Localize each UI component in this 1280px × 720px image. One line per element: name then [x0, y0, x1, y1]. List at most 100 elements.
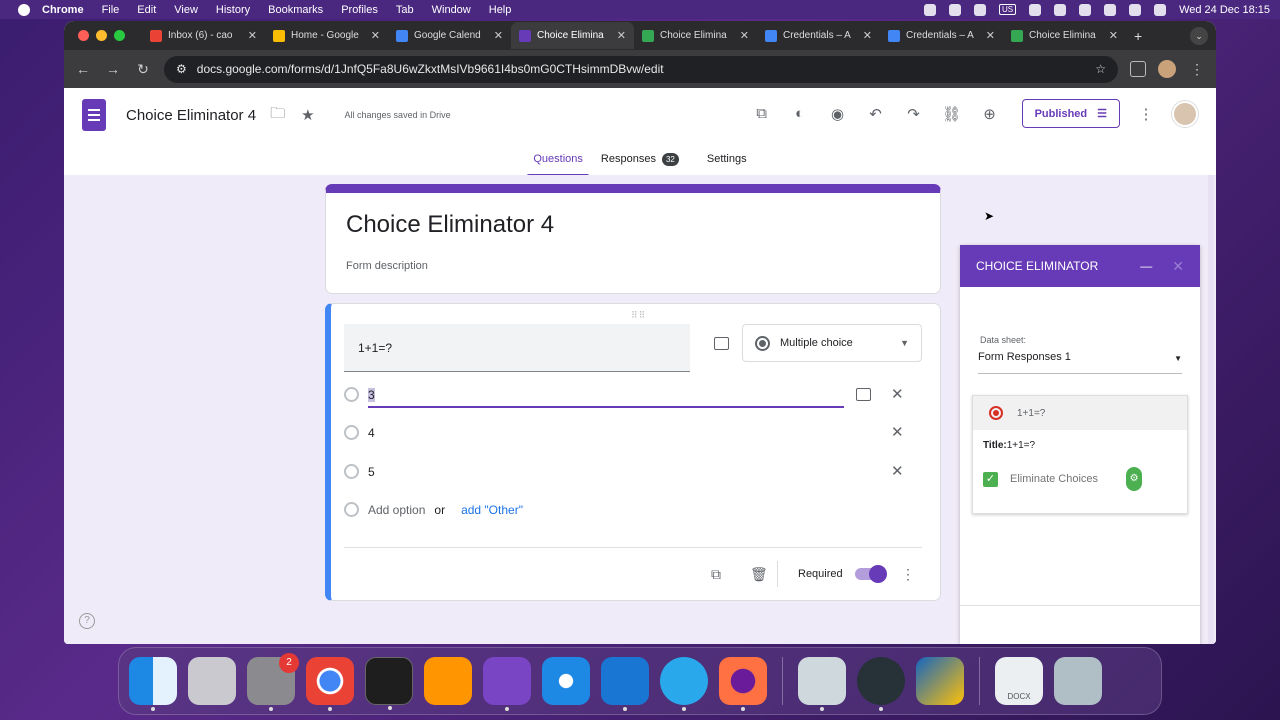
bolt-icon[interactable]	[973, 3, 986, 16]
menu-help[interactable]: Help	[489, 4, 512, 16]
github-desktop-app[interactable]	[483, 657, 531, 711]
redo-icon[interactable]: ↷	[902, 105, 926, 123]
extensions-icon[interactable]	[1130, 61, 1146, 77]
google-forms-logo[interactable]	[82, 99, 106, 131]
wifi-icon[interactable]	[1079, 3, 1092, 16]
obs-app[interactable]	[857, 657, 905, 711]
new-tab-icon[interactable]: +	[1134, 28, 1142, 44]
system-settings-app[interactable]: 2	[247, 653, 299, 711]
option-text[interactable]: 3	[368, 387, 375, 402]
finder-app[interactable]	[129, 657, 177, 711]
drag-handle-icon[interactable]: ⠿⠿	[631, 310, 646, 321]
menu-history[interactable]: History	[216, 4, 250, 16]
option-image-icon[interactable]	[856, 388, 871, 401]
minimize-icon[interactable]: —	[1140, 259, 1152, 273]
radio-checked-icon[interactable]	[989, 406, 1003, 420]
question-title-input[interactable]: 1+1=?	[344, 324, 690, 372]
battery-icon[interactable]	[1054, 3, 1067, 16]
add-option-link[interactable]: Add option	[368, 503, 425, 517]
chrome-app[interactable]	[306, 657, 354, 711]
browser-tab[interactable]: Google Calend ✕	[388, 22, 511, 49]
question-type-select[interactable]: Multiple choice ▼	[742, 324, 922, 362]
menu-app-name[interactable]: Chrome	[42, 4, 84, 16]
option-row[interactable]: 3	[344, 387, 375, 402]
preview-eye-icon[interactable]: ◉	[826, 105, 850, 123]
menubar-clock[interactable]: Wed 24 Dec 18:15	[1179, 4, 1270, 16]
bookmark-star-icon[interactable]: ☆	[1095, 62, 1106, 76]
preview-app[interactable]	[798, 657, 846, 711]
link-icon[interactable]: ⛓	[940, 105, 964, 123]
document-title[interactable]: Choice Eliminator 4	[126, 107, 256, 124]
option-row[interactable]: 5	[344, 464, 375, 479]
eliminate-choices-checkbox[interactable]: ✓	[983, 471, 998, 487]
close-tab-icon[interactable]: ✕	[986, 29, 995, 42]
minimize-window-button[interactable]	[96, 30, 107, 41]
add-collaborator-icon[interactable]: ⊕	[978, 105, 1002, 123]
chrome-menu-icon[interactable]: ⋮	[1188, 61, 1206, 78]
undo-icon[interactable]: ↶	[864, 105, 888, 123]
close-tab-icon[interactable]: ✕	[617, 29, 626, 42]
close-tab-icon[interactable]: ✕	[740, 29, 749, 42]
menu-edit[interactable]: Edit	[137, 4, 156, 16]
option-text[interactable]: 5	[368, 465, 375, 479]
data-sheet-select[interactable]: Form Responses 1 ▼	[978, 351, 1182, 374]
control-center-icon[interactable]	[1129, 3, 1142, 16]
duplicate-icon[interactable]: ⧉	[711, 566, 721, 583]
menu-tab[interactable]: Tab	[396, 4, 414, 16]
close-tab-icon[interactable]: ✕	[494, 29, 503, 42]
addons-puzzle-icon[interactable]: ⧉	[750, 105, 774, 122]
browser-tab[interactable]: Inbox (6) - cao ✕	[142, 22, 265, 49]
menu-file[interactable]: File	[102, 4, 120, 16]
account-avatar[interactable]	[1172, 100, 1198, 127]
dropbox-icon[interactable]	[948, 3, 961, 16]
tab-questions[interactable]: Questions	[526, 142, 590, 177]
site-info-icon[interactable]: ⚙	[176, 62, 187, 76]
question-selector-row[interactable]: 1+1=?	[973, 396, 1187, 430]
tab-settings[interactable]: Settings	[700, 142, 754, 176]
menu-view[interactable]: View	[174, 4, 198, 16]
option-row[interactable]: 4	[344, 425, 375, 440]
help-icon[interactable]: ?	[79, 613, 95, 629]
settings-gear-icon[interactable]: ⚙	[1126, 467, 1143, 491]
remove-option-icon[interactable]: ✕	[891, 462, 904, 480]
question-more-icon[interactable]: ⋮	[901, 566, 915, 583]
add-image-icon[interactable]	[714, 337, 729, 350]
terminal-app[interactable]	[365, 657, 413, 710]
close-tab-icon[interactable]: ✕	[371, 29, 380, 42]
vscode-app[interactable]	[601, 657, 649, 711]
question-card[interactable]: ⠿⠿ 1+1=? Multiple choice ▼ 3 ✕ 4 ✕ 5 ✕ A…	[325, 303, 941, 601]
firefox-app[interactable]	[719, 657, 767, 711]
close-tab-icon[interactable]: ✕	[1109, 29, 1118, 42]
reload-icon[interactable]: ↻	[134, 61, 152, 78]
menu-bookmarks[interactable]: Bookmarks	[268, 4, 323, 16]
docx-file[interactable]: DOCX	[995, 657, 1043, 705]
trash-icon[interactable]	[1054, 657, 1102, 705]
browser-tab[interactable]: Credentials – A ✕	[880, 22, 1003, 49]
add-other-link[interactable]: add "Other"	[461, 503, 523, 517]
tab-search-chevron-icon[interactable]: ⌄	[1190, 27, 1208, 45]
zoom-window-button[interactable]	[114, 30, 125, 41]
form-title[interactable]: Choice Eliminator 4	[346, 211, 940, 239]
star-icon[interactable]: ★	[301, 106, 314, 124]
browser-tab[interactable]: Home - Google ✕	[265, 22, 388, 49]
telegram-app[interactable]	[660, 657, 708, 711]
delete-trash-icon[interactable]: 🗑	[750, 566, 768, 583]
browser-tab[interactable]: Choice Elimina ✕	[1003, 22, 1126, 49]
back-arrow-icon[interactable]: ←	[74, 61, 92, 77]
keyboard-layout-indicator[interactable]: US	[998, 4, 1017, 15]
menu-window[interactable]: Window	[432, 4, 471, 16]
reeder-app[interactable]	[916, 657, 964, 705]
spotlight-search-icon[interactable]	[1104, 3, 1117, 16]
remove-option-icon[interactable]: ✕	[891, 385, 904, 403]
address-bar[interactable]: ⚙ docs.google.com/forms/d/1JnfQ5Fa8U6wZk…	[164, 55, 1118, 83]
palette-icon[interactable]: ◐	[788, 105, 812, 122]
menu-profiles[interactable]: Profiles	[341, 4, 378, 16]
close-window-button[interactable]	[78, 30, 89, 41]
option-text[interactable]: 4	[368, 426, 375, 440]
books-app[interactable]	[424, 657, 472, 705]
safari-app[interactable]	[542, 657, 590, 705]
close-tab-icon[interactable]: ✕	[248, 29, 257, 42]
folder-icon[interactable]: 🗀	[270, 103, 285, 128]
browser-tab[interactable]: Choice Elimina ✕	[634, 22, 757, 49]
required-toggle[interactable]	[855, 565, 887, 583]
